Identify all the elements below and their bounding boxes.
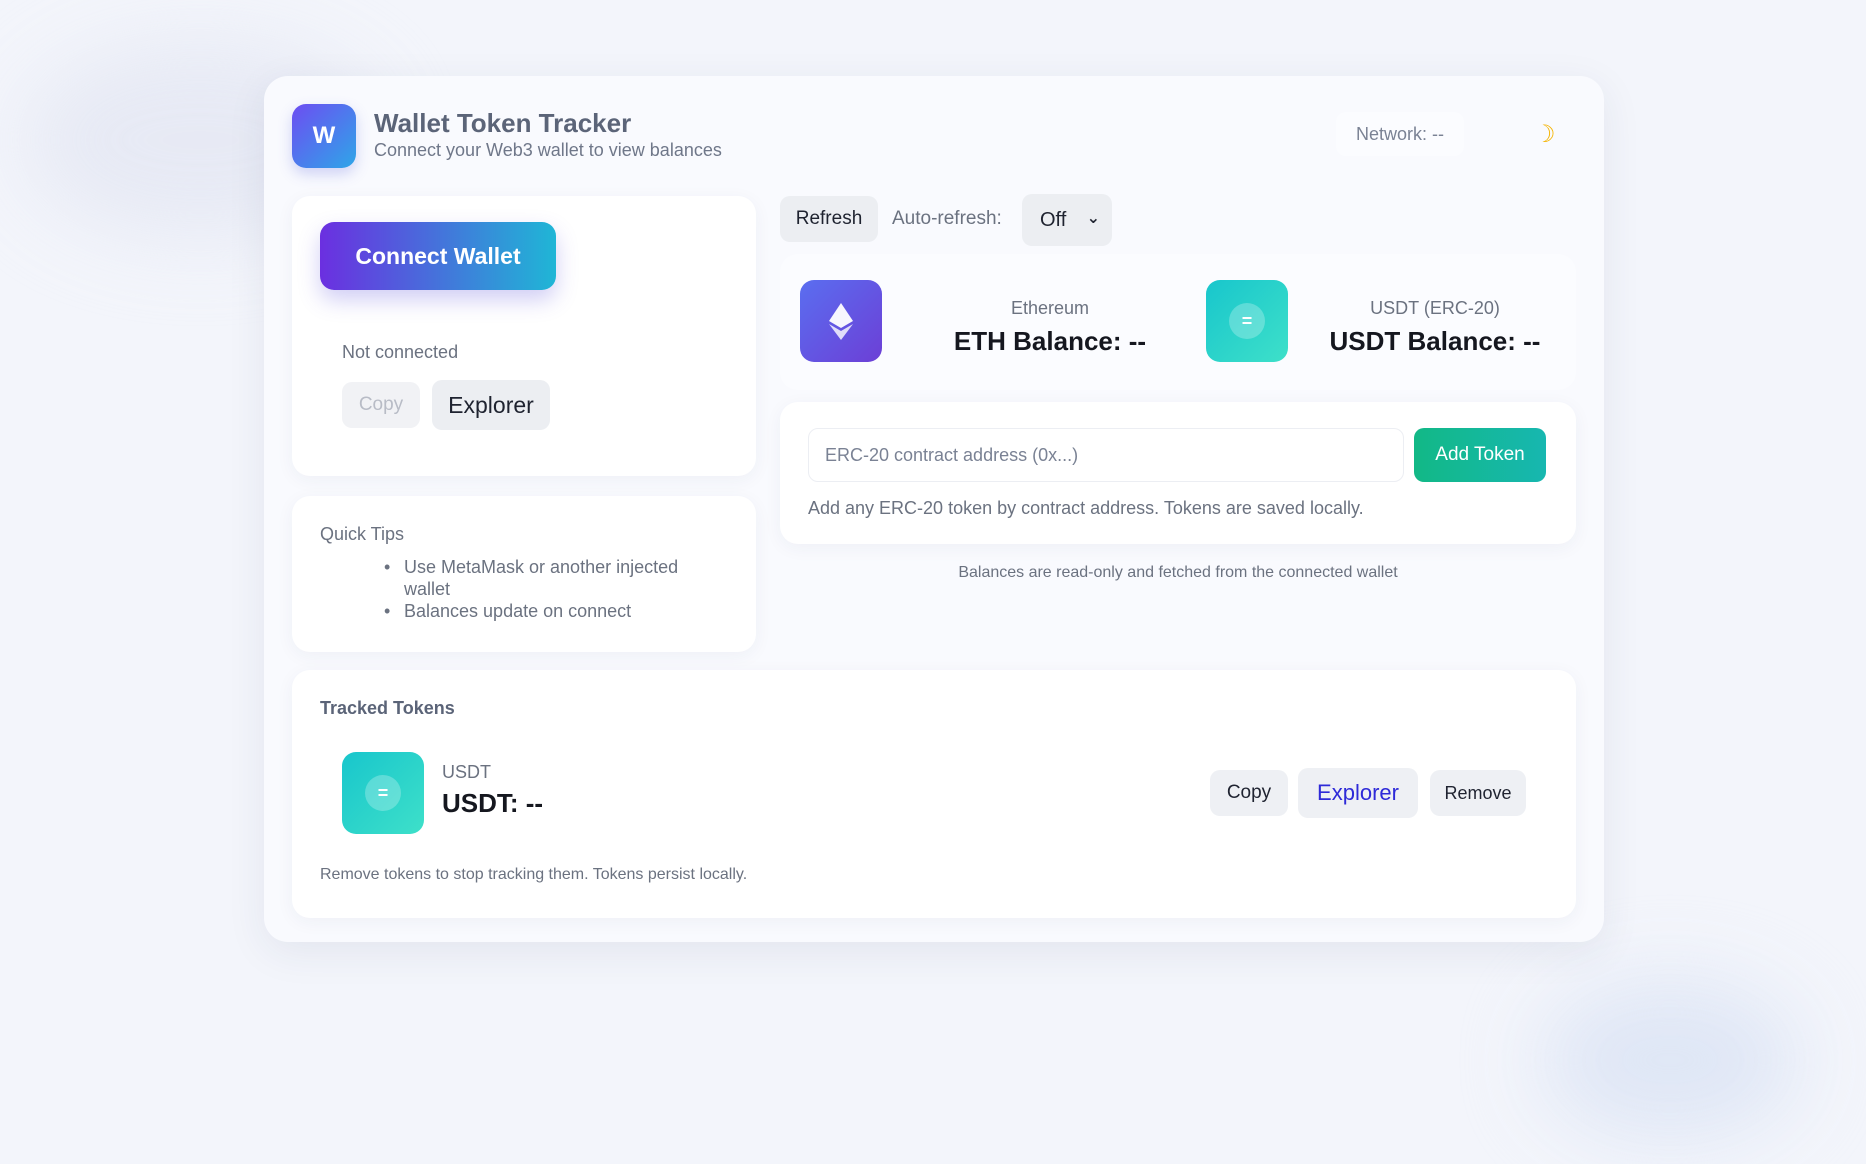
balances-panel: Ethereum ETH Balance: -- = USDT (ERC-20)… <box>780 254 1576 390</box>
usdt-icon: = <box>342 752 424 834</box>
add-token-button[interactable]: Add Token <box>1414 428 1546 482</box>
tips-title: Quick Tips <box>320 524 405 544</box>
token-remove-button[interactable]: Remove <box>1430 770 1526 816</box>
token-copy-button[interactable]: Copy <box>1210 770 1288 816</box>
tracked-tokens-title: Tracked Tokens <box>320 698 455 718</box>
explorer-button[interactable]: Explorer <box>432 380 550 430</box>
token-symbol: USDT <box>442 762 491 782</box>
list-item: Balances update on connect <box>382 600 722 622</box>
tracked-tokens-note: Remove tokens to stop tracking them. Tok… <box>320 866 748 883</box>
tracked-tokens-panel: Tracked Tokens = USDT USDT: -- Copy Expl… <box>292 670 1576 918</box>
quick-tips-panel: Quick Tips Use MetaMask or another injec… <box>292 496 756 652</box>
moon-icon[interactable]: ☽ <box>1534 120 1556 149</box>
background-blob <box>1540 980 1800 1140</box>
app-logo: W <box>292 104 356 168</box>
token-balance: USDT: -- <box>442 788 544 818</box>
connection-status: Not connected <box>342 342 459 362</box>
auto-refresh-value: Off <box>1040 208 1067 231</box>
add-token-hint: Add any ERC-20 token by contract address… <box>808 498 1364 518</box>
equals-icon: = <box>1229 303 1265 339</box>
main-card: W Wallet Token Tracker Connect your Web3… <box>264 76 1604 942</box>
refresh-button[interactable]: Refresh <box>780 196 878 242</box>
app-title: Wallet Token Tracker <box>374 108 632 138</box>
connect-panel: Connect Wallet Not connected Copy Explor… <box>292 196 756 476</box>
auto-refresh-label: Auto-refresh: <box>892 208 1002 229</box>
list-item: Use MetaMask or another injected wallet <box>382 556 722 600</box>
usdt-label: USDT (ERC-20) <box>1370 298 1500 318</box>
app-subtitle: Connect your Web3 wallet to view balance… <box>374 140 722 160</box>
contract-address-input[interactable] <box>808 428 1404 482</box>
readonly-note: Balances are read-only and fetched from … <box>958 564 1398 581</box>
copy-address-button[interactable]: Copy <box>342 382 420 428</box>
add-token-panel: Add Token Add any ERC-20 token by contra… <box>780 402 1576 544</box>
auto-refresh-select[interactable]: Off ⌄ <box>1022 194 1112 246</box>
ethereum-icon <box>800 280 882 362</box>
tips-list: Use MetaMask or another injected wallet … <box>382 556 722 622</box>
connect-wallet-button[interactable]: Connect Wallet <box>320 222 556 290</box>
token-explorer-button[interactable]: Explorer <box>1298 768 1418 818</box>
equals-icon: = <box>365 775 401 811</box>
network-indicator: Network: -- <box>1336 112 1465 156</box>
eth-label: Ethereum <box>1010 298 1090 318</box>
usdt-icon: = <box>1206 280 1288 362</box>
eth-balance: ETH Balance: -- <box>953 326 1147 356</box>
chevron-down-icon: ⌄ <box>1086 210 1100 227</box>
usdt-balance: USDT Balance: -- <box>1329 326 1541 356</box>
